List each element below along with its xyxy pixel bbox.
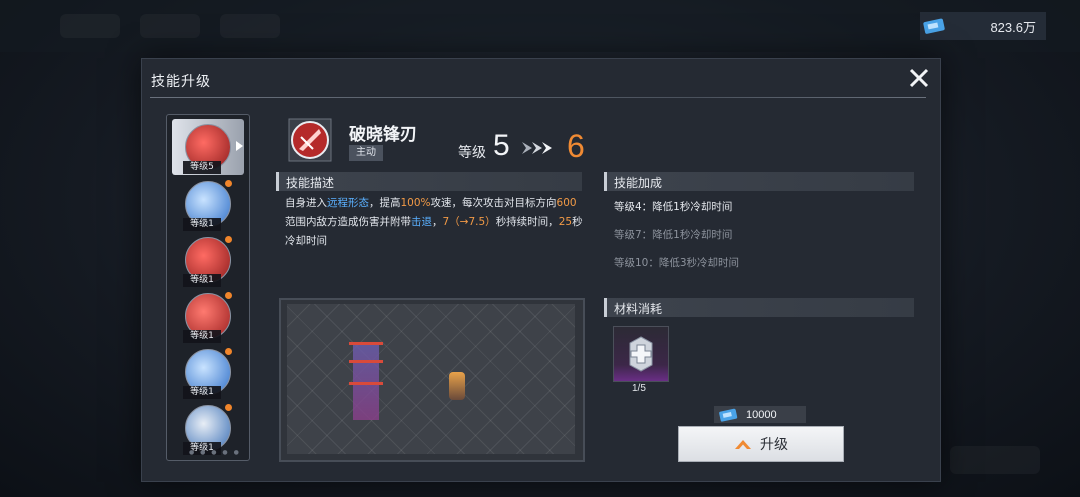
upgrade-cost: 10000 [714, 406, 806, 423]
close-icon[interactable] [906, 65, 932, 91]
level-label: 等级 [458, 145, 486, 161]
description-section-header: 技能描述 [276, 172, 582, 191]
background-tab [60, 14, 120, 38]
desc-text: 范围内敌方造成伤害并附带 [285, 216, 411, 228]
skill-slot[interactable]: 等级1 [183, 404, 232, 455]
section-accent [604, 298, 607, 317]
selected-arrow-icon [236, 141, 243, 151]
modal-title: 技能升级 [151, 74, 211, 90]
skill-slot-level: 等级1 [183, 218, 221, 231]
skill-header: 破晓锋刃 主动 等级 5 6 [277, 115, 917, 165]
skill-slot[interactable]: 等级1 [183, 348, 232, 399]
notification-dot [225, 292, 232, 299]
header-divider [150, 97, 926, 98]
ticket-icon [719, 408, 738, 422]
bonus-item: 等级7：降低1秒冷却时间 [614, 229, 733, 241]
skill-list: 等级5 等级1 等级1 等级1 等级1 等级1 ● ● ● ● ● [166, 114, 250, 461]
double-arrow-icon [522, 142, 552, 154]
enemy-health-bar [349, 360, 383, 363]
desc-text: 攻速，每次攻击对目标方向 [430, 197, 557, 209]
desc-keyword: 击退 [411, 216, 432, 228]
next-level: 6 [567, 128, 585, 164]
skill-slot[interactable]: 等级1 [183, 292, 232, 343]
currency-display: 823.6万 [920, 12, 1046, 40]
desc-keyword: 远程形态 [327, 197, 369, 209]
desc-text: ，提高 [369, 197, 401, 209]
skill-slot-level: 等级1 [183, 330, 221, 343]
section-title: 材料消耗 [614, 302, 663, 316]
background-tab [140, 14, 200, 38]
desc-value: 25 [558, 216, 573, 228]
hero-character [449, 372, 465, 400]
enemy-health-bar [349, 342, 383, 345]
skill-description: 自身进入远程形态，提高100%攻速，每次攻击对目标方向600 范围内敌方造成伤害并… [285, 194, 583, 251]
skill-slot-level: 等级1 [183, 386, 221, 399]
preview-arena [287, 304, 575, 454]
modal-header: 技能升级 [142, 59, 940, 99]
skill-name: 破晓锋刃 [349, 125, 417, 145]
current-level: 5 [493, 129, 510, 162]
desc-text: 秒持续时间， [495, 216, 559, 228]
skill-slot[interactable]: 等级1 [183, 236, 232, 287]
section-title: 技能描述 [286, 176, 335, 190]
notification-dot [225, 404, 232, 411]
bonus-item: 等级4：降低1秒冷却时间 [614, 201, 733, 213]
materials-section-header: 材料消耗 [604, 298, 914, 317]
bonus-item: 等级10：降低3秒冷却时间 [614, 257, 740, 269]
skill-slot-level: 等级5 [183, 161, 221, 174]
background-tab [220, 14, 280, 38]
notification-dot [225, 348, 232, 355]
desc-value: 7（→7.5） [442, 216, 496, 228]
background-button [950, 446, 1040, 474]
cost-amount: 10000 [746, 408, 777, 421]
desc-text: ， [432, 216, 443, 228]
skill-preview-video[interactable] [279, 298, 585, 462]
desc-value: 100% [400, 197, 431, 209]
enemy-units [353, 342, 379, 420]
section-title: 技能加成 [614, 176, 663, 190]
section-accent [276, 172, 279, 191]
list-page-dots: ● ● ● ● ● [189, 449, 241, 456]
upgrade-button-label: 升级 [760, 437, 788, 453]
ticket-icon [923, 18, 945, 34]
notification-dot [225, 236, 232, 243]
desc-text: 自身进入 [285, 197, 327, 209]
material-slot[interactable] [613, 326, 669, 382]
skill-type-tag: 主动 [349, 145, 383, 161]
crystal-material-icon [629, 336, 653, 372]
skill-slot[interactable]: 等级5 [183, 124, 231, 174]
upgrade-button[interactable]: 升级 [678, 426, 844, 462]
chevron-up-icon [735, 440, 751, 449]
material-count: 1/5 [632, 383, 646, 394]
section-accent [604, 172, 607, 191]
currency-amount: 823.6万 [990, 19, 1036, 35]
blade-skill-icon [288, 118, 332, 162]
notification-dot [225, 180, 232, 187]
bonus-section-header: 技能加成 [604, 172, 914, 191]
skill-slot-level: 等级1 [183, 274, 221, 287]
enemy-health-bar [349, 382, 383, 385]
desc-value: 600 [556, 197, 577, 209]
skill-slot[interactable]: 等级1 [183, 180, 232, 231]
